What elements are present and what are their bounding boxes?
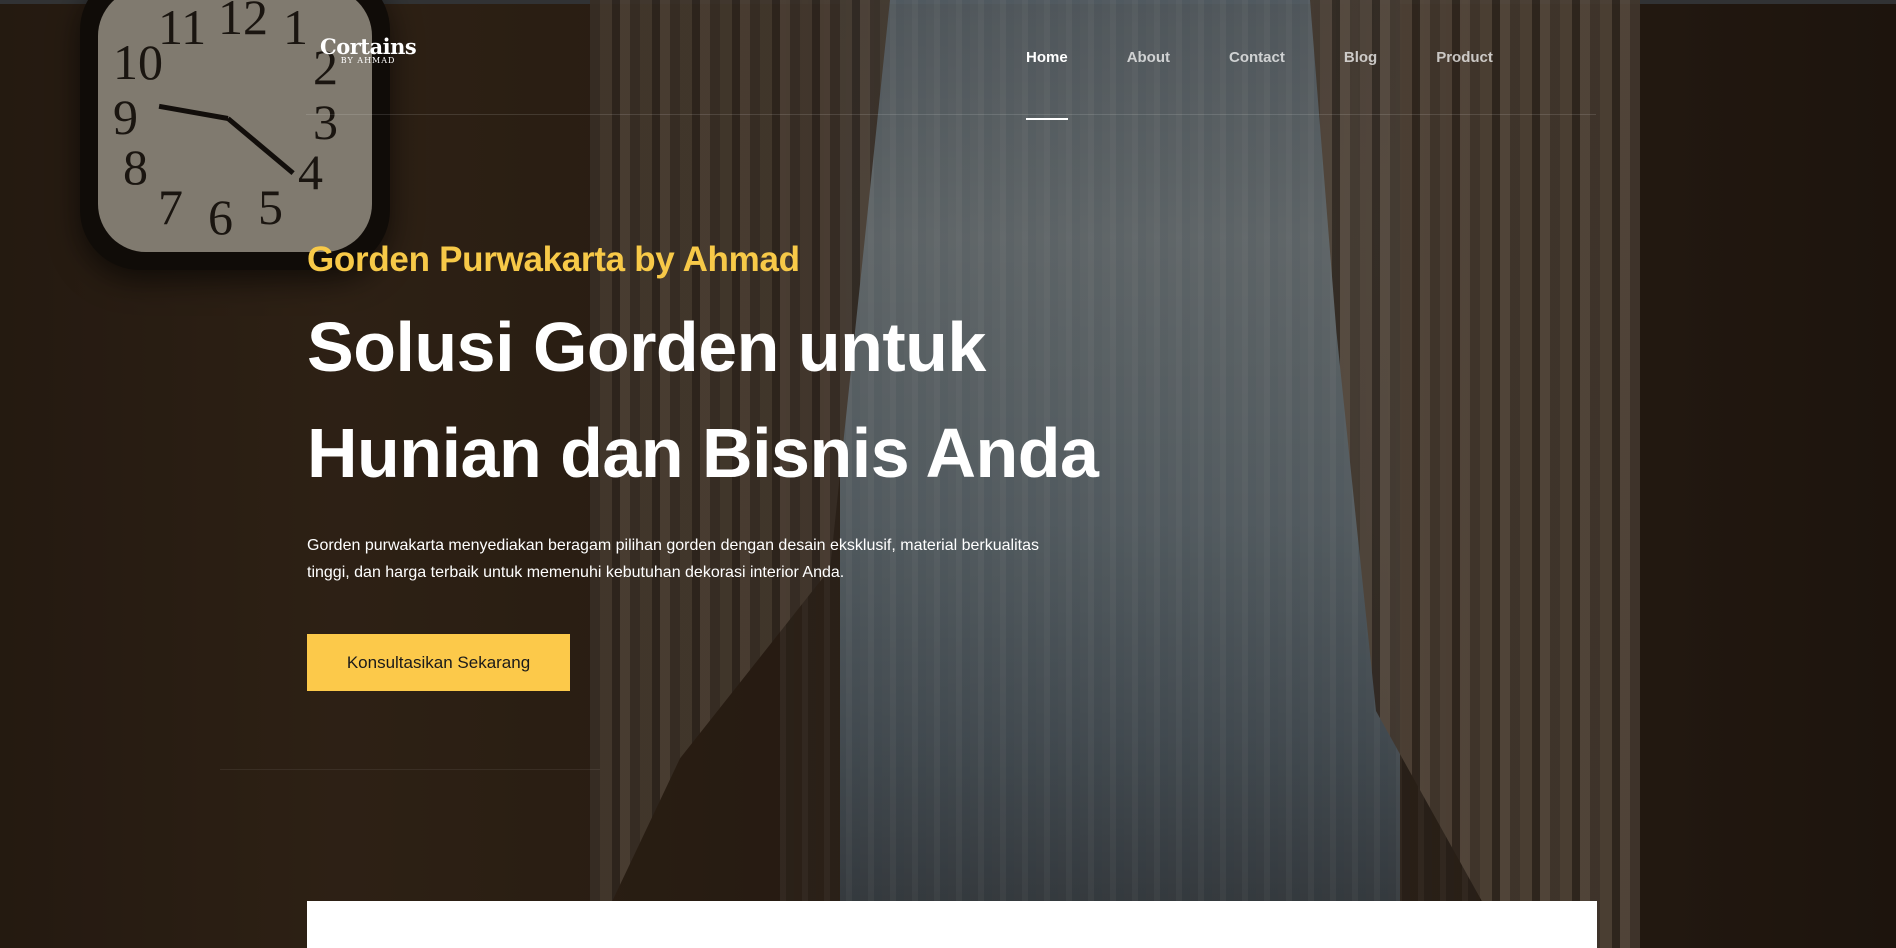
nav-home[interactable]: Home: [1026, 49, 1068, 120]
hero-description: Gorden purwakarta menyediakan beragam pi…: [307, 537, 1039, 581]
site-logo[interactable]: Cortains BY AHMAD: [320, 34, 417, 65]
main-nav: Home About Contact Blog Product: [1026, 0, 1552, 120]
content-card: [307, 901, 1597, 948]
hero-content: Gorden Purwakarta by Ahmad Solusi Gorden…: [307, 240, 1107, 691]
hero-headline-line2: Hunian dan Bisnis Anda: [307, 414, 1099, 492]
nav-about[interactable]: About: [1127, 49, 1170, 66]
hero-headline: Solusi Gorden untuk Hunian dan Bisnis An…: [307, 294, 1107, 506]
hero-tagline: Gorden Purwakarta by Ahmad: [307, 240, 800, 279]
consult-now-button[interactable]: Konsultasikan Sekarang: [307, 634, 570, 691]
divider: [220, 769, 600, 770]
nav-contact[interactable]: Contact: [1229, 49, 1285, 66]
nav-blog[interactable]: Blog: [1344, 49, 1377, 66]
hero-headline-line1: Solusi Gorden untuk: [307, 308, 986, 386]
nav-product[interactable]: Product: [1436, 49, 1493, 66]
navbar: Cortains BY AHMAD Home About Contact Blo…: [306, 0, 1596, 120]
